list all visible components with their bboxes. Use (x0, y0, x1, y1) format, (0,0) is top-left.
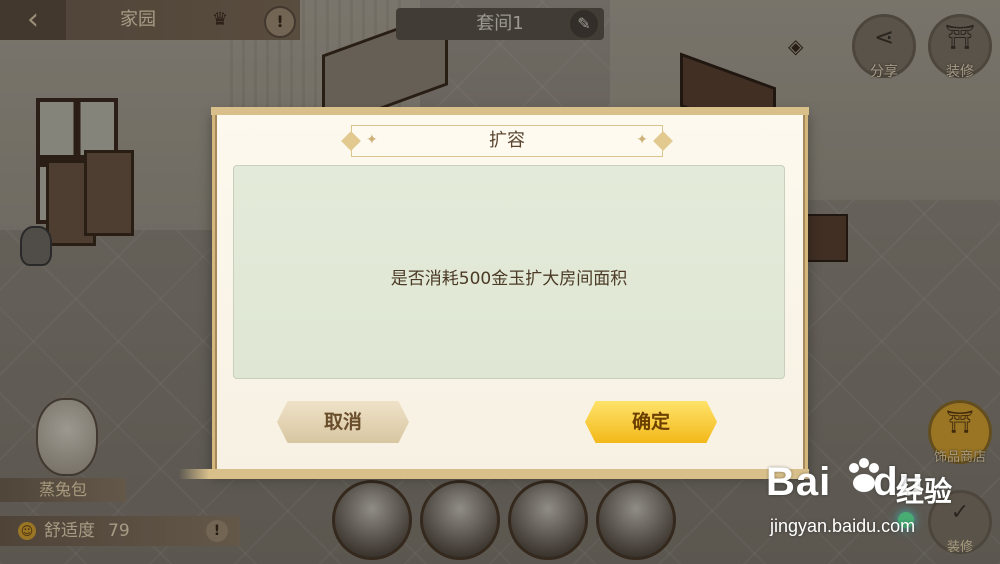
cancel-button[interactable]: 取消 (277, 401, 409, 443)
watermark-url: jingyan.baidu.com (770, 516, 916, 536)
confirm-button[interactable]: 确定 (585, 401, 717, 443)
expand-dialog: ✦ 扩容 ✦ 是否消耗500金玉扩大房间面积 取消 确定 (179, 107, 809, 479)
dialog-title: 扩容 (489, 130, 525, 151)
dialog-top-border (211, 107, 809, 115)
message-panel: 是否消耗500金玉扩大房间面积 (233, 165, 785, 379)
dialog-message: 是否消耗500金玉扩大房间面积 (390, 269, 628, 289)
watermark-jingyan: 经验 (896, 475, 953, 508)
paw-logo-icon (849, 458, 879, 492)
baidu-watermark: Bai du 经验 jingyan.baidu.com (766, 456, 996, 556)
dialog-title-banner: ✦ 扩容 ✦ (351, 125, 663, 157)
dialog-bottom-border (179, 469, 809, 479)
sparkle-icon: ✦ (636, 132, 648, 148)
